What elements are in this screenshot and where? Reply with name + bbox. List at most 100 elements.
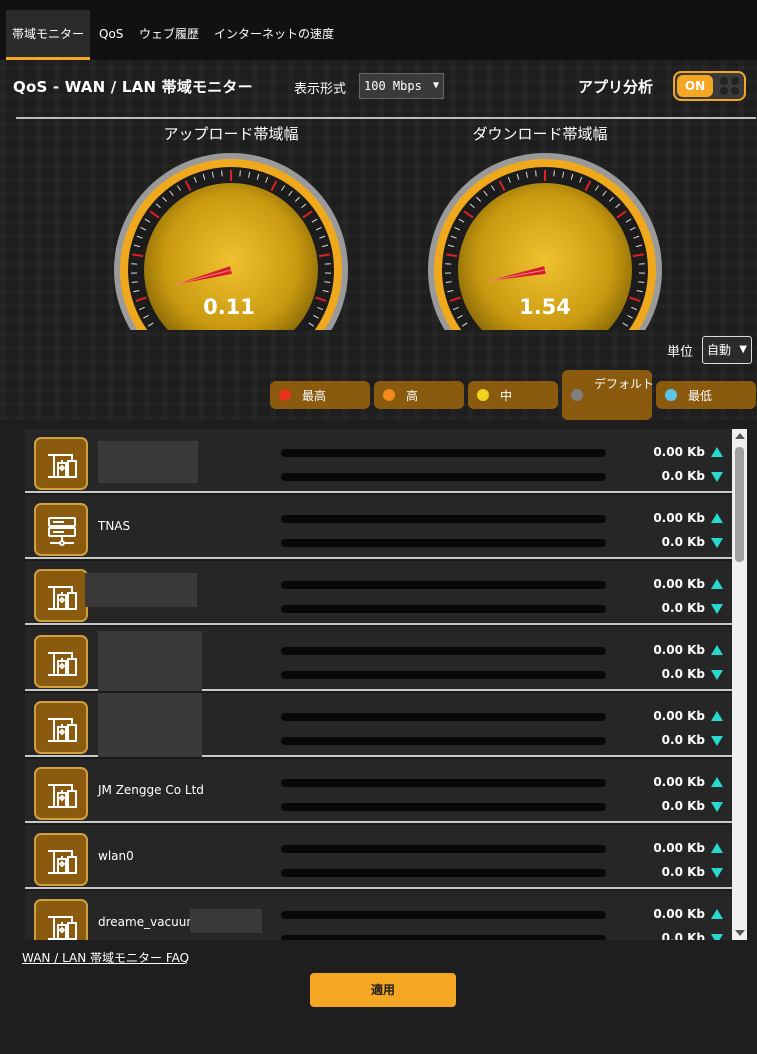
device-name: JM Zengge Co Ltd <box>98 783 204 797</box>
upload-rate: 0.00 Kb <box>653 445 705 459</box>
device-row[interactable]: 0.00 Kb 0.0 Kb <box>25 693 732 757</box>
upload-bar <box>281 779 606 787</box>
arrow-down-icon <box>711 670 723 680</box>
device-icon[interactable] <box>34 899 88 940</box>
display-format-select[interactable]: 100 Mbps ▼ <box>359 73 444 99</box>
upload-rate: 0.00 Kb <box>653 775 705 789</box>
grid-dots-icon <box>718 76 742 96</box>
tab-web-history[interactable]: ウェブ履歴 <box>133 10 205 60</box>
download-bar <box>281 671 606 679</box>
priority-label: 最低 <box>688 389 713 403</box>
display-format-value: 100 Mbps <box>364 79 422 93</box>
priority-highest[interactable]: 最高 <box>270 381 370 409</box>
upload-rate: 0.00 Kb <box>653 709 705 723</box>
arrow-down-icon <box>711 868 723 878</box>
redacted-block <box>98 441 198 483</box>
chevron-down-icon: ▼ <box>739 344 747 355</box>
download-rate: 0.0 Kb <box>661 733 705 747</box>
upload-rate: 0.00 Kb <box>653 511 705 525</box>
app-analysis-label: アプリ分析 <box>578 78 654 96</box>
priority-dot <box>279 389 291 401</box>
redacted-block <box>85 573 197 607</box>
arrow-down-icon <box>711 802 723 812</box>
device-row[interactable]: wlan0 0.00 Kb 0.0 Kb <box>25 825 732 889</box>
server-icon[interactable] <box>34 503 88 556</box>
download-rate: 0.0 Kb <box>661 931 705 940</box>
tab-bandwidth-monitor[interactable]: 帯域モニター <box>6 10 91 60</box>
arrow-up-icon <box>711 711 723 721</box>
priority-dot <box>571 389 583 401</box>
download-rate: 0.0 Kb <box>661 799 705 813</box>
priority-default[interactable]: デフォルト <box>562 370 655 420</box>
upload-gauge-title: アップロード帯域幅 <box>163 125 299 143</box>
arrow-down-icon <box>711 934 723 940</box>
arrow-up-icon <box>711 447 723 457</box>
device-list-scrollbar[interactable] <box>732 429 747 940</box>
arrow-up-icon <box>711 843 723 853</box>
scroll-thumb[interactable] <box>735 447 744 562</box>
page-title: QoS - WAN / LAN 帯域モニター <box>13 78 253 96</box>
upload-bar <box>281 713 606 721</box>
tab-qos[interactable]: QoS <box>93 10 129 60</box>
device-name: TNAS <box>98 519 131 533</box>
download-bar <box>281 869 606 877</box>
priority-label: 高 <box>406 389 419 403</box>
priority-dot <box>477 389 489 401</box>
upload-rate: 0.00 Kb <box>653 643 705 657</box>
upload-bar <box>281 845 606 853</box>
download-gauge-title: ダウンロード帯域幅 <box>472 125 608 143</box>
device-icon[interactable] <box>34 635 88 688</box>
apply-button[interactable]: 適用 <box>310 973 456 1007</box>
arrow-up-icon <box>711 777 723 787</box>
chevron-down-icon: ▼ <box>432 80 439 91</box>
priority-label: デフォルト <box>594 377 655 391</box>
tab-internet-speed[interactable]: インターネットの速度 <box>208 10 340 60</box>
device-list: 0.00 Kb 0.0 Kb TNAS 0.00 Kb 0.0 Kb 0.00 Kb 0.0… <box>25 429 732 940</box>
download-rate: 0.0 Kb <box>661 601 705 615</box>
device-row[interactable]: TNAS 0.00 Kb 0.0 Kb <box>25 495 732 559</box>
unit-value: 自動 <box>707 343 732 357</box>
device-icon[interactable] <box>34 701 88 754</box>
arrow-up-icon <box>711 645 723 655</box>
app-analysis-toggle[interactable]: ON <box>673 71 746 101</box>
priority-high[interactable]: 高 <box>374 381 464 409</box>
download-rate: 0.0 Kb <box>661 667 705 681</box>
download-bar <box>281 605 606 613</box>
device-row[interactable]: JM Zengge Co Ltd 0.00 Kb 0.0 Kb <box>25 759 732 823</box>
upload-rate: 0.00 Kb <box>653 841 705 855</box>
device-row[interactable]: dreame_vacuun 0.00 Kb 0.0 Kb <box>25 891 732 940</box>
download-gauge-value: 1.54 <box>519 295 571 319</box>
download-bar <box>281 803 606 811</box>
unit-select[interactable]: 自動 ▼ <box>702 336 752 364</box>
arrow-down-icon <box>711 604 723 614</box>
header-divider <box>16 117 756 119</box>
priority-lowest[interactable]: 最低 <box>656 381 756 409</box>
redacted-block <box>98 693 202 757</box>
device-name: wlan0 <box>98 849 134 863</box>
upload-bar <box>281 647 606 655</box>
faq-link[interactable]: WAN / LAN 帯域モニター FAQ <box>22 949 189 966</box>
device-row[interactable]: 0.00 Kb 0.0 Kb <box>25 429 732 493</box>
device-name: dreame_vacuun <box>98 915 194 929</box>
device-row[interactable]: 0.00 Kb 0.0 Kb <box>25 561 732 625</box>
device-icon[interactable] <box>34 569 88 622</box>
download-bar <box>281 737 606 745</box>
download-bar <box>281 935 606 940</box>
device-row[interactable]: 0.00 Kb 0.0 Kb <box>25 627 732 691</box>
device-icon[interactable] <box>34 437 88 490</box>
priority-medium[interactable]: 中 <box>468 381 558 409</box>
upload-rate: 0.00 Kb <box>653 577 705 591</box>
download-bar <box>281 539 606 547</box>
arrow-down-icon <box>711 736 723 746</box>
download-rate: 0.0 Kb <box>661 469 705 483</box>
device-icon[interactable] <box>34 767 88 820</box>
scroll-up-icon[interactable] <box>735 433 745 439</box>
arrow-down-icon <box>711 472 723 482</box>
arrow-up-icon <box>711 909 723 919</box>
upload-gauge-value: 0.11 <box>203 295 255 319</box>
redacted-block <box>190 909 262 933</box>
download-rate: 0.0 Kb <box>661 865 705 879</box>
device-icon[interactable] <box>34 833 88 886</box>
priority-label: 最高 <box>302 389 327 403</box>
scroll-down-icon[interactable] <box>735 930 745 936</box>
